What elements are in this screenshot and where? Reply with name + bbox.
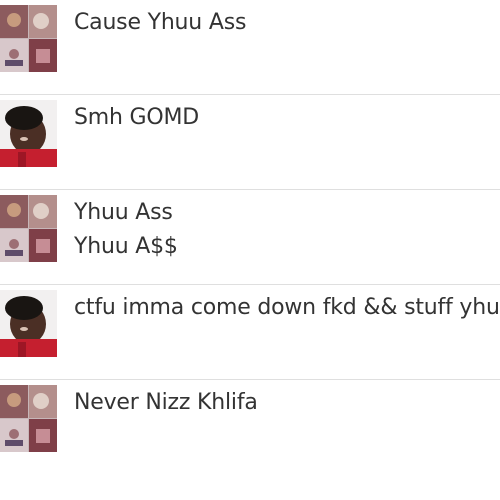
boy-avatar[interactable] <box>0 100 57 167</box>
collage-avatar[interactable] <box>0 195 57 262</box>
collage-avatar[interactable] <box>0 5 57 72</box>
boy-avatar[interactable] <box>0 290 57 357</box>
message-text: Yhuu A$$ <box>74 234 178 259</box>
message-thread: Cause Yhuu Ass Smh GOMD Yhuu Ass Yhuu A$… <box>0 0 500 500</box>
message-item: Cause Yhuu Ass <box>0 0 500 95</box>
message-body: Smh GOMD <box>74 103 492 137</box>
message-text: Cause Yhuu Ass <box>74 10 247 35</box>
message-body: Never Nizz Khlifa <box>74 388 492 422</box>
message-text: Never Nizz Khlifa <box>74 390 258 415</box>
message-body: Yhuu Ass Yhuu A$$ <box>74 198 492 266</box>
message-text: ctfu imma come down fkd && stuff yhu <box>74 295 500 320</box>
message-item: Smh GOMD <box>0 95 500 190</box>
message-body: Cause Yhuu Ass <box>74 8 492 42</box>
message-item: Yhuu Ass Yhuu A$$ <box>0 190 500 285</box>
message-text: Yhuu Ass <box>74 200 173 225</box>
message-item: Never Nizz Khlifa <box>0 380 500 475</box>
collage-avatar[interactable] <box>0 385 57 452</box>
message-body: ctfu imma come down fkd && stuff yhu <box>74 293 500 327</box>
message-text: Smh GOMD <box>74 105 200 130</box>
message-item: ctfu imma come down fkd && stuff yhu <box>0 285 500 380</box>
